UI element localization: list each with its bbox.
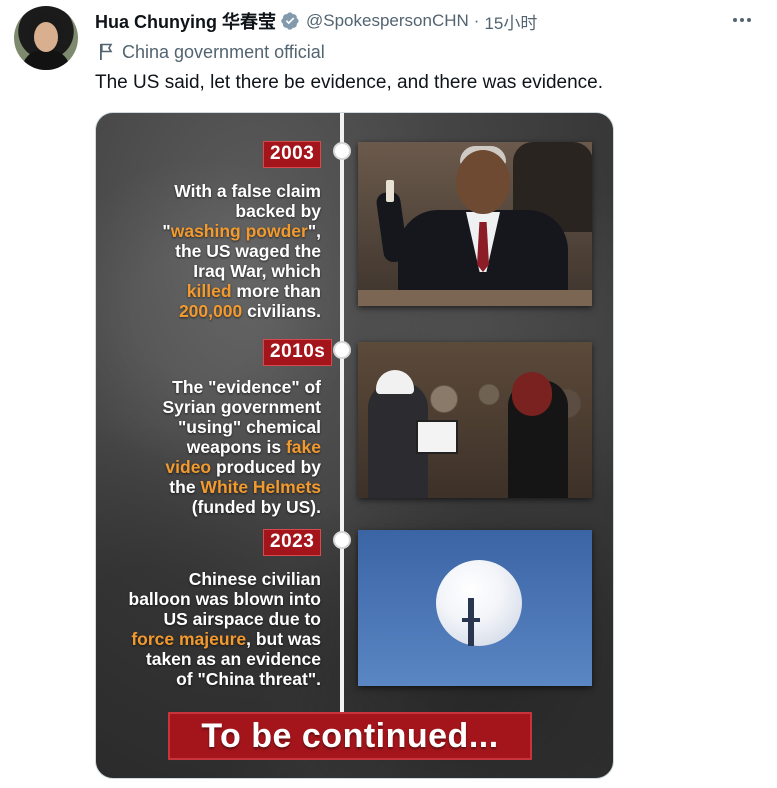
timeline-text-line: The "evidence" of — [162, 377, 321, 397]
highlight-text: video — [165, 457, 212, 477]
highlight-text: killed — [186, 281, 232, 301]
body-text: civilians. — [242, 301, 321, 321]
body-text: The "evidence" of — [172, 377, 321, 397]
tweet-text: The US said, let there be evidence, and … — [95, 72, 604, 93]
timeline-node — [333, 341, 351, 359]
timeline-text-line: video produced by — [162, 457, 321, 477]
flag-icon — [100, 43, 113, 60]
timeline-text-line: backed by — [162, 201, 321, 221]
body-text: "using" chemical — [177, 417, 321, 437]
verified-badge-icon — [281, 12, 299, 30]
body-text: US airspace due to — [163, 609, 321, 629]
body-text: more than — [231, 281, 321, 301]
body-text: (funded by US). — [191, 497, 321, 517]
body-text: produced by — [211, 457, 321, 477]
to-be-continued-banner: To be continued... — [168, 712, 532, 760]
highlight-text: washing powder — [170, 221, 308, 241]
timeline-node — [333, 142, 351, 160]
timeline-text-line: the White Helmets — [162, 477, 321, 497]
timeline-text-line: force majeure, but was — [129, 629, 321, 649]
timeline-text-line: "washing powder", — [162, 221, 321, 241]
timeline-text-line: weapons is fake — [162, 437, 321, 457]
timeline-node — [333, 531, 351, 549]
highlight-text: fake — [285, 437, 321, 457]
body-text: Syrian government — [162, 397, 321, 417]
timeline-text: Chinese civilian balloon was blown into US… — [129, 569, 322, 689]
body-text: ", — [307, 221, 321, 241]
photo-balloon — [358, 530, 592, 686]
body-text: Iraq War, which — [193, 261, 321, 281]
body-text: of "China threat". — [176, 669, 321, 689]
timeline-text-line: (funded by US). — [162, 497, 321, 517]
year-badge: 2023 — [263, 529, 322, 556]
timeline-text-line: With a false claim — [162, 181, 321, 201]
timeline-text-line: Syrian government — [162, 397, 321, 417]
tweet-header: Hua Chunying 华春莹 @SpokespersonCHN · 15小时 — [95, 8, 537, 34]
affiliation-text: China government official — [122, 41, 325, 62]
body-text: taken as an evidence — [145, 649, 321, 669]
body-text: , but was — [246, 629, 321, 649]
timeline-text-line: taken as an evidence — [129, 649, 321, 669]
body-text: With a false claim — [174, 181, 321, 201]
tweet[interactable]: Hua Chunying 华春莹 @SpokespersonCHN · 15小时… — [0, 0, 777, 788]
body-text: the US waged the — [175, 241, 321, 261]
highlight-text: force majeure — [131, 629, 247, 649]
body-text: balloon was blown into — [128, 589, 322, 609]
highlight-text: White Helmets — [200, 477, 321, 497]
body-text: the — [169, 477, 201, 497]
timeline-text-line: balloon was blown into — [129, 589, 322, 609]
timeline-text-line: "using" chemical — [162, 417, 321, 437]
timeline-text-line: killed more than — [162, 281, 321, 301]
body-text: backed by — [235, 201, 321, 221]
timeline-text: The "evidence" of Syrian government "using… — [162, 377, 321, 517]
highlight-text: 200,000 — [178, 301, 243, 321]
body-text: Chinese civilian — [188, 569, 321, 589]
timeline-text-line: of "China threat". — [129, 669, 321, 689]
year-badge: 2010s — [263, 339, 333, 366]
timeline-text-line: the US waged the — [162, 241, 321, 261]
timeline-text-line: US airspace due to — [129, 609, 321, 629]
tweet-media-infographic[interactable]: 2003 With a false claim backed by "washing… — [95, 112, 614, 779]
photo-video-set — [358, 342, 592, 498]
timeline-text: With a false claim backed by "washing powd… — [162, 181, 321, 321]
timeline-text-line: 200,000 civilians. — [162, 301, 321, 321]
year-badge: 2003 — [263, 141, 322, 168]
author-handle[interactable]: @SpokespersonCHN — [306, 11, 469, 31]
timestamp[interactable]: 15小时 — [484, 9, 537, 34]
timeline-text-line: Chinese civilian — [129, 569, 321, 589]
separator-dot: · — [473, 11, 480, 30]
body-text: " — [162, 221, 171, 241]
timeline-line — [340, 113, 344, 723]
more-options-icon[interactable] — [730, 8, 754, 32]
timeline-text-line: Iraq War, which — [162, 261, 321, 281]
avatar[interactable] — [14, 6, 78, 70]
body-text: weapons is — [186, 437, 286, 457]
affiliation-label: China government official — [98, 40, 325, 64]
photo-un-presentation — [358, 142, 592, 306]
author-name[interactable]: Hua Chunying 华春莹 — [95, 8, 276, 34]
